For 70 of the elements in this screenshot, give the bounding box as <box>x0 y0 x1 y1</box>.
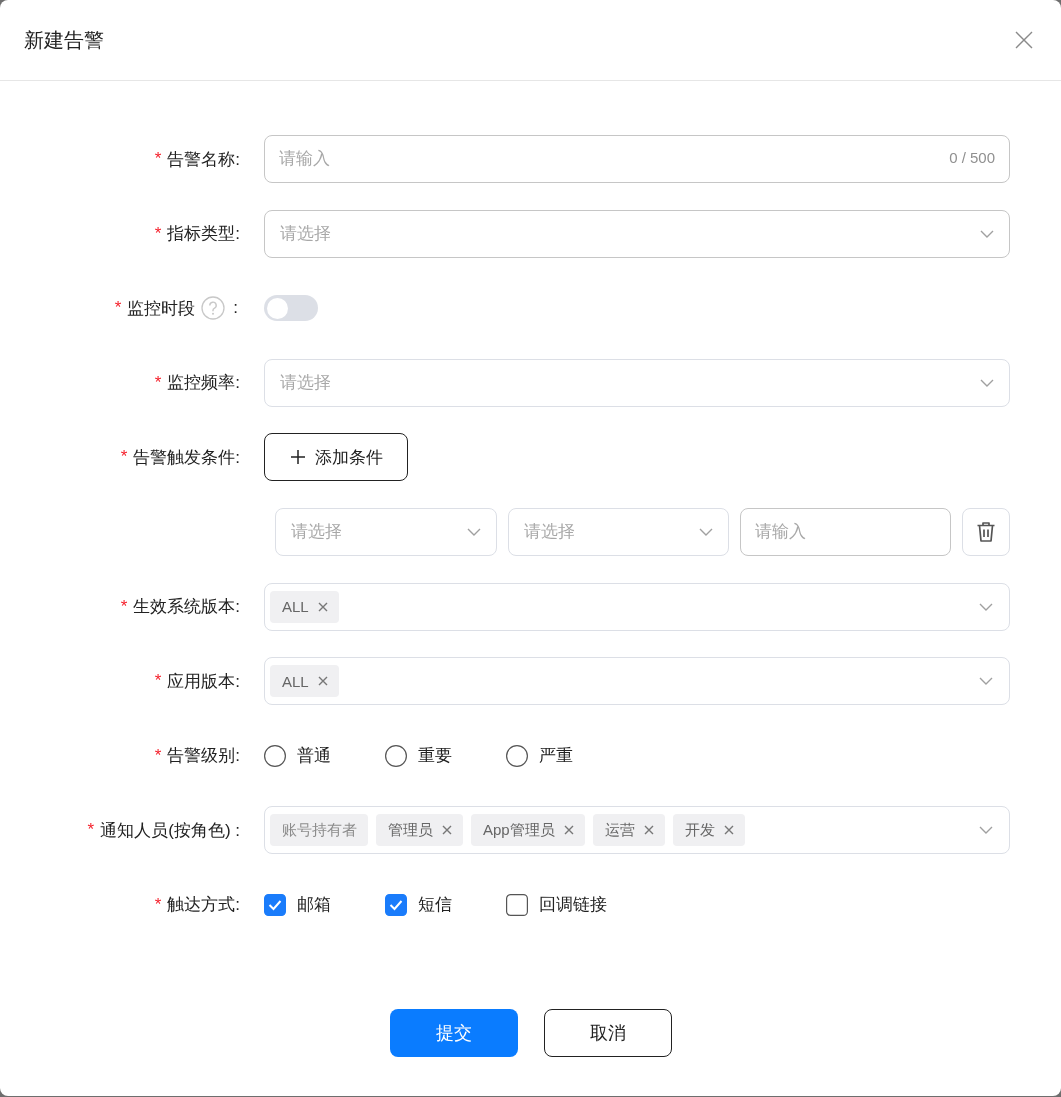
radio-label[interactable]: 普通 <box>297 744 331 768</box>
dialog-title: 新建告警 <box>24 27 104 53</box>
submit-button[interactable]: 提交 <box>389 1008 518 1057</box>
remove-icon[interactable] <box>442 825 452 836</box>
field-label: 指标类型: <box>167 223 240 246</box>
field-label: 监控频率: <box>167 372 240 395</box>
tag-label: 管理员 <box>388 820 433 840</box>
add-condition-button[interactable]: 添加条件 <box>264 433 408 482</box>
remove-icon[interactable] <box>317 676 328 687</box>
character-counter: 0 / 500 <box>949 149 995 166</box>
required-mark: * <box>154 671 162 692</box>
remove-icon[interactable] <box>643 825 654 836</box>
checkbox-label[interactable]: 邮箱 <box>297 893 331 917</box>
toggle-switch[interactable] <box>264 295 318 322</box>
chevron-down-icon[interactable] <box>980 378 994 387</box>
text-input-field[interactable]: 请输入 <box>740 507 952 556</box>
checkbox[interactable] <box>506 893 528 916</box>
required-mark: * <box>154 223 162 244</box>
plus-icon <box>289 449 306 466</box>
select-field[interactable]: 请选择 <box>264 209 1010 258</box>
remove-icon[interactable] <box>723 825 734 836</box>
checkbox[interactable] <box>385 893 407 916</box>
delete-button[interactable] <box>962 507 1010 556</box>
cancel-button[interactable]: 取消 <box>543 1008 672 1057</box>
field-label: 监控时段 <box>127 297 196 320</box>
required-mark: * <box>154 149 162 169</box>
field-label: 应用版本: <box>167 670 240 693</box>
label-colon: : <box>233 298 238 319</box>
required-mark: * <box>120 596 128 617</box>
chevron-down-icon[interactable] <box>466 527 481 536</box>
radio-button[interactable] <box>506 744 528 767</box>
select-field[interactable]: 请选择 <box>507 507 730 556</box>
field-label: 通知人员(按角色) : <box>100 819 240 842</box>
radio-label[interactable]: 重要 <box>418 744 452 768</box>
required-mark: * <box>154 894 162 915</box>
tag-label: ALL <box>282 672 309 690</box>
chevron-down-icon[interactable] <box>979 826 993 835</box>
field-label: 生效系统版本: <box>133 596 240 619</box>
required-mark: * <box>120 447 128 468</box>
chevron-down-icon[interactable] <box>980 229 994 238</box>
tag-select-field[interactable]: ALL <box>264 657 1010 706</box>
tag-select-field[interactable]: ALL <box>264 582 1010 631</box>
remove-icon[interactable] <box>563 825 574 836</box>
tag-label: ALL <box>282 598 309 616</box>
checkbox-label[interactable]: 回调链接 <box>539 893 607 917</box>
close-icon[interactable] <box>1015 31 1033 49</box>
field-label: 触达方式: <box>167 894 240 917</box>
radio-button[interactable] <box>385 744 407 767</box>
tag-select-field[interactable]: 账号持有者 管理员 App管理员 运营 开发 <box>264 806 1010 855</box>
checkbox[interactable] <box>264 893 286 916</box>
required-mark: * <box>154 745 162 766</box>
chevron-down-icon[interactable] <box>979 677 993 686</box>
field-label: 告警级别: <box>167 745 240 768</box>
required-mark: * <box>154 372 162 393</box>
select-field[interactable]: 请选择 <box>275 507 497 556</box>
chevron-down-icon[interactable] <box>699 527 714 536</box>
tag-label: 账号持有者 <box>282 820 357 840</box>
tag-label: 开发 <box>684 820 715 840</box>
field-label: 告警触发条件: <box>133 446 240 469</box>
remove-icon[interactable] <box>317 601 328 612</box>
radio-button[interactable] <box>264 744 286 767</box>
tag-label: App管理员 <box>483 820 555 840</box>
field-label: 告警名称: <box>167 148 240 171</box>
checkbox-label[interactable]: 短信 <box>418 893 452 917</box>
select-field[interactable]: 请选择 <box>264 358 1010 407</box>
required-mark: * <box>114 298 122 319</box>
required-mark: * <box>87 820 95 841</box>
tag-label: 运营 <box>604 820 635 840</box>
radio-label[interactable]: 严重 <box>539 744 573 768</box>
chevron-down-icon[interactable] <box>979 602 993 611</box>
